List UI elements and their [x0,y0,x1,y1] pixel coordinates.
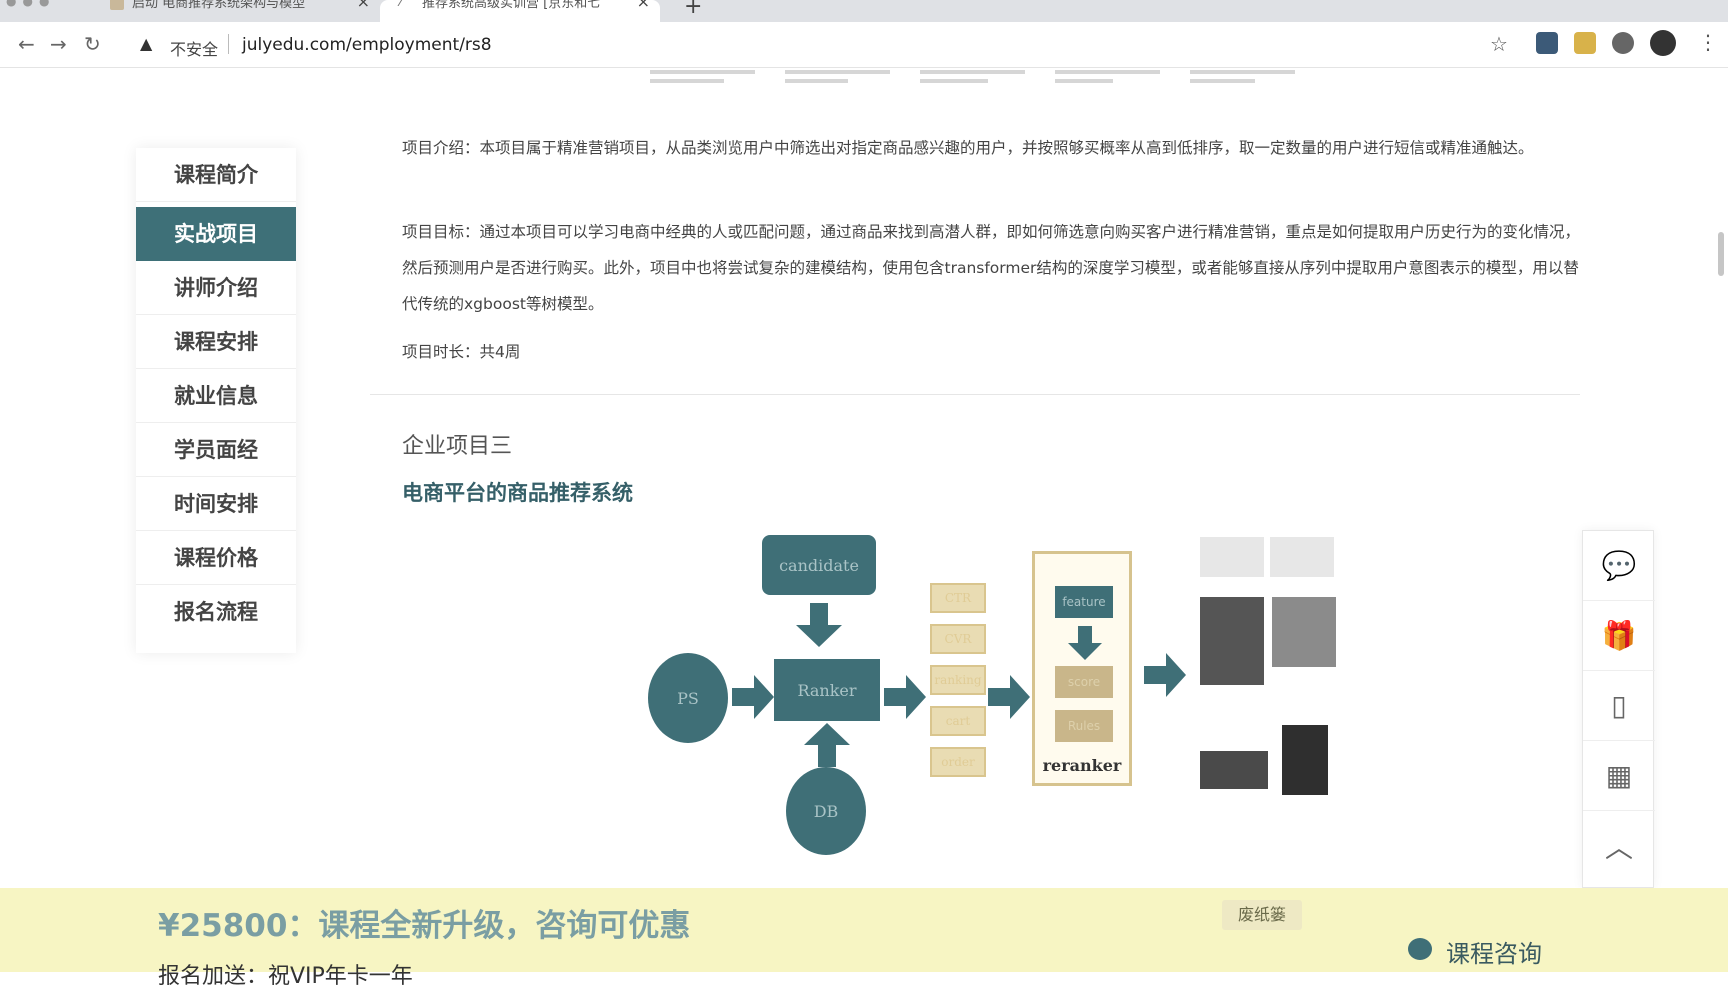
tab-strip: ●●● 启动 电商推荐系统架构与模型 × ⁄ 推荐系统高级实训营 [京东和七 ×… [0,0,1728,22]
window-controls[interactable]: ●●● [6,0,55,8]
thumbnail-strip [650,70,1295,100]
project-duration: 项目时长：共4周 [402,343,521,361]
thumbnail [785,70,890,96]
feature-cart: cart [930,706,986,736]
tab-2[interactable]: ⁄ 推荐系统高级实训营 [京东和七 × [380,0,660,22]
extension-icon[interactable] [1536,32,1558,54]
ranker-box: Ranker [774,659,880,721]
sidebar-item-teachers[interactable]: 讲师介绍 [136,261,296,315]
puzzle-icon[interactable] [1612,32,1634,54]
product-image [1200,597,1264,685]
project-intro: 项目介绍：本项目属于精准营销项目，从品类浏览用户中筛选出对指定商品感兴趣的用户，… [402,139,1534,157]
divider [370,394,1580,395]
arrow-up-icon [804,723,850,767]
product-image [1200,751,1268,789]
extension-icon[interactable] [1574,32,1596,54]
db-node: DB [786,767,866,855]
feature-cvr: CVR [930,624,986,654]
reranker-label: reranker [1042,756,1122,775]
rerank-feature: feature [1055,586,1113,618]
sidebar-item-timeline[interactable]: 时间安排 [136,477,296,531]
qrcode-icon[interactable]: ▦ [1583,741,1655,811]
arrow-down-icon [1068,626,1102,660]
divider [228,34,229,54]
phone-icon[interactable]: ▯ [1583,671,1655,741]
thumbnail [1190,70,1295,96]
bookmark-star-icon[interactable]: ☆ [1490,32,1508,56]
loading-icon: ⁄ [400,0,403,10]
sidebar-item-projects[interactable]: 实战项目 [136,207,296,261]
rerank-rules: Rules [1055,710,1113,742]
rerank-score: score [1055,666,1113,698]
arrow-right-icon [732,675,774,719]
tab-1-title: 启动 电商推荐系统架构与模型 [132,0,306,10]
section-title: 电商平台的商品推荐系统 [402,481,633,505]
project-goal: 项目目标：通过本项目可以学习电商中经典的人或匹配问题，通过商品来找到高潜人群，即… [402,223,1581,313]
tab-1[interactable]: 启动 电商推荐系统架构与模型 × [100,0,380,22]
feature-ctr: CTR [930,583,986,613]
close-tab-icon[interactable]: × [637,0,650,10]
url-field[interactable]: julyedu.com/employment/rs8 [242,35,492,55]
back-icon[interactable]: ← [18,32,35,56]
thumbnail [1055,70,1160,96]
product-image [1282,725,1328,795]
sidebar-item-price[interactable]: 课程价格 [136,531,296,585]
product-image [1270,537,1334,577]
favicon-icon [110,0,124,10]
gift-icon[interactable]: 🎁 [1583,601,1655,671]
enroll-text: 报名加送：祝VIP年卡一年 [158,964,413,989]
warning-icon: ▲ [140,34,153,53]
arrow-right-icon [884,675,926,719]
arrow-down-icon [796,603,842,647]
price-text: ¥25800：课程全新升级，咨询可优惠 [158,908,691,944]
feature-ranking: ranking [930,665,986,695]
tab-2-title: 推荐系统高级实训营 [京东和七 [422,0,601,10]
sidebar-item-interviews[interactable]: 学员面经 [136,423,296,477]
promo-banner: ¥25800：课程全新升级，咨询可优惠 报名加送：祝VIP年卡一年 废纸篓 课程… [0,888,1728,989]
close-tab-icon[interactable]: × [357,0,370,10]
address-bar: ← → ↻ ▲ 不安全 julyedu.com/employment/rs8 ☆… [0,22,1728,68]
sidebar-item-employment[interactable]: 就业信息 [136,369,296,423]
product-image [1200,537,1264,577]
candidate-box: candidate [762,535,876,595]
reranker-panel: feature score Rules reranker [1032,551,1132,786]
section-label: 企业项目三 [402,434,513,459]
architecture-diagram: candidate PS Ranker DB CTR CVR ranking c… [640,535,1340,865]
feature-order: order [930,747,986,777]
trash-label[interactable]: 废纸篓 [1222,900,1302,930]
security-label[interactable]: 不安全 [170,36,218,60]
sidebar-nav: 课程简介 实战项目 讲师介绍 课程安排 就业信息 学员面经 时间安排 课程价格 … [136,148,296,653]
product-image [1272,597,1336,667]
forward-icon[interactable]: → [50,32,67,56]
back-to-top-icon[interactable]: ︿ [1583,811,1655,881]
chat-icon[interactable]: 💬 [1583,531,1655,601]
sidebar-item-schedule[interactable]: 课程安排 [136,315,296,369]
avatar[interactable] [1650,30,1676,56]
floating-toolbar: 💬 🎁 ▯ ▦ ︿ [1582,530,1655,888]
reload-icon[interactable]: ↻ [84,32,101,56]
chat-bubble-icon [1408,938,1432,960]
sidebar-item-enroll[interactable]: 报名流程 [136,585,296,639]
arrow-right-icon [988,675,1030,719]
sidebar-item-intro[interactable]: 课程简介 [136,148,296,202]
thumbnail [650,70,755,96]
thumbnail [920,70,1025,96]
ps-node: PS [648,653,728,743]
menu-icon[interactable]: ⋮ [1698,30,1718,54]
new-tab-icon[interactable]: + [684,0,702,19]
scrollbar[interactable] [1718,232,1724,276]
arrow-right-icon [1144,653,1186,697]
consult-button[interactable]: 课程咨询 [1446,934,1542,969]
